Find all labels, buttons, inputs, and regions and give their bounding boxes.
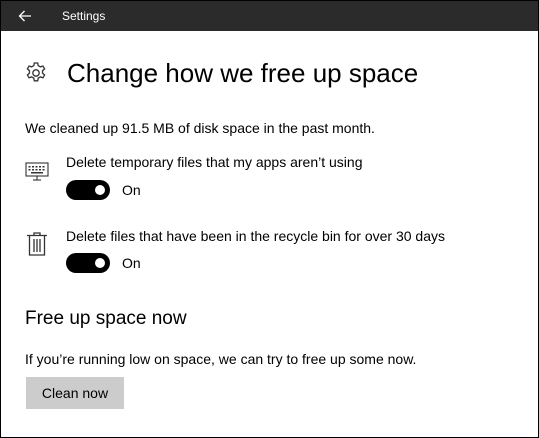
recycle-bin-toggle-state: On xyxy=(122,255,141,271)
recycle-bin-label: Delete files that have been in the recyc… xyxy=(66,228,445,244)
page-title: Change how we free up space xyxy=(67,58,419,88)
gear-icon xyxy=(26,62,46,82)
recycle-bin-toggle[interactable] xyxy=(66,253,110,273)
temp-files-toggle-state: On xyxy=(122,182,141,198)
title-bar: Settings xyxy=(1,1,538,31)
window-title: Settings xyxy=(62,9,106,23)
free-up-now-heading: Free up space now xyxy=(25,308,187,329)
clean-now-button[interactable]: Clean now xyxy=(26,377,124,409)
temp-files-label: Delete temporary files that my apps aren… xyxy=(66,154,363,170)
toggle-knob xyxy=(95,185,105,195)
toggle-knob xyxy=(95,258,105,268)
back-arrow-icon xyxy=(18,10,31,22)
settings-window: Settings Change how we free up space We … xyxy=(0,0,539,438)
cleanup-summary: We cleaned up 91.5 MB of disk space in t… xyxy=(25,120,375,136)
temp-files-toggle[interactable] xyxy=(66,180,110,200)
trash-icon xyxy=(27,232,47,256)
back-button[interactable] xyxy=(1,1,49,31)
keyboard-icon xyxy=(25,162,49,181)
free-up-now-description: If you’re running low on space, we can t… xyxy=(25,351,417,367)
